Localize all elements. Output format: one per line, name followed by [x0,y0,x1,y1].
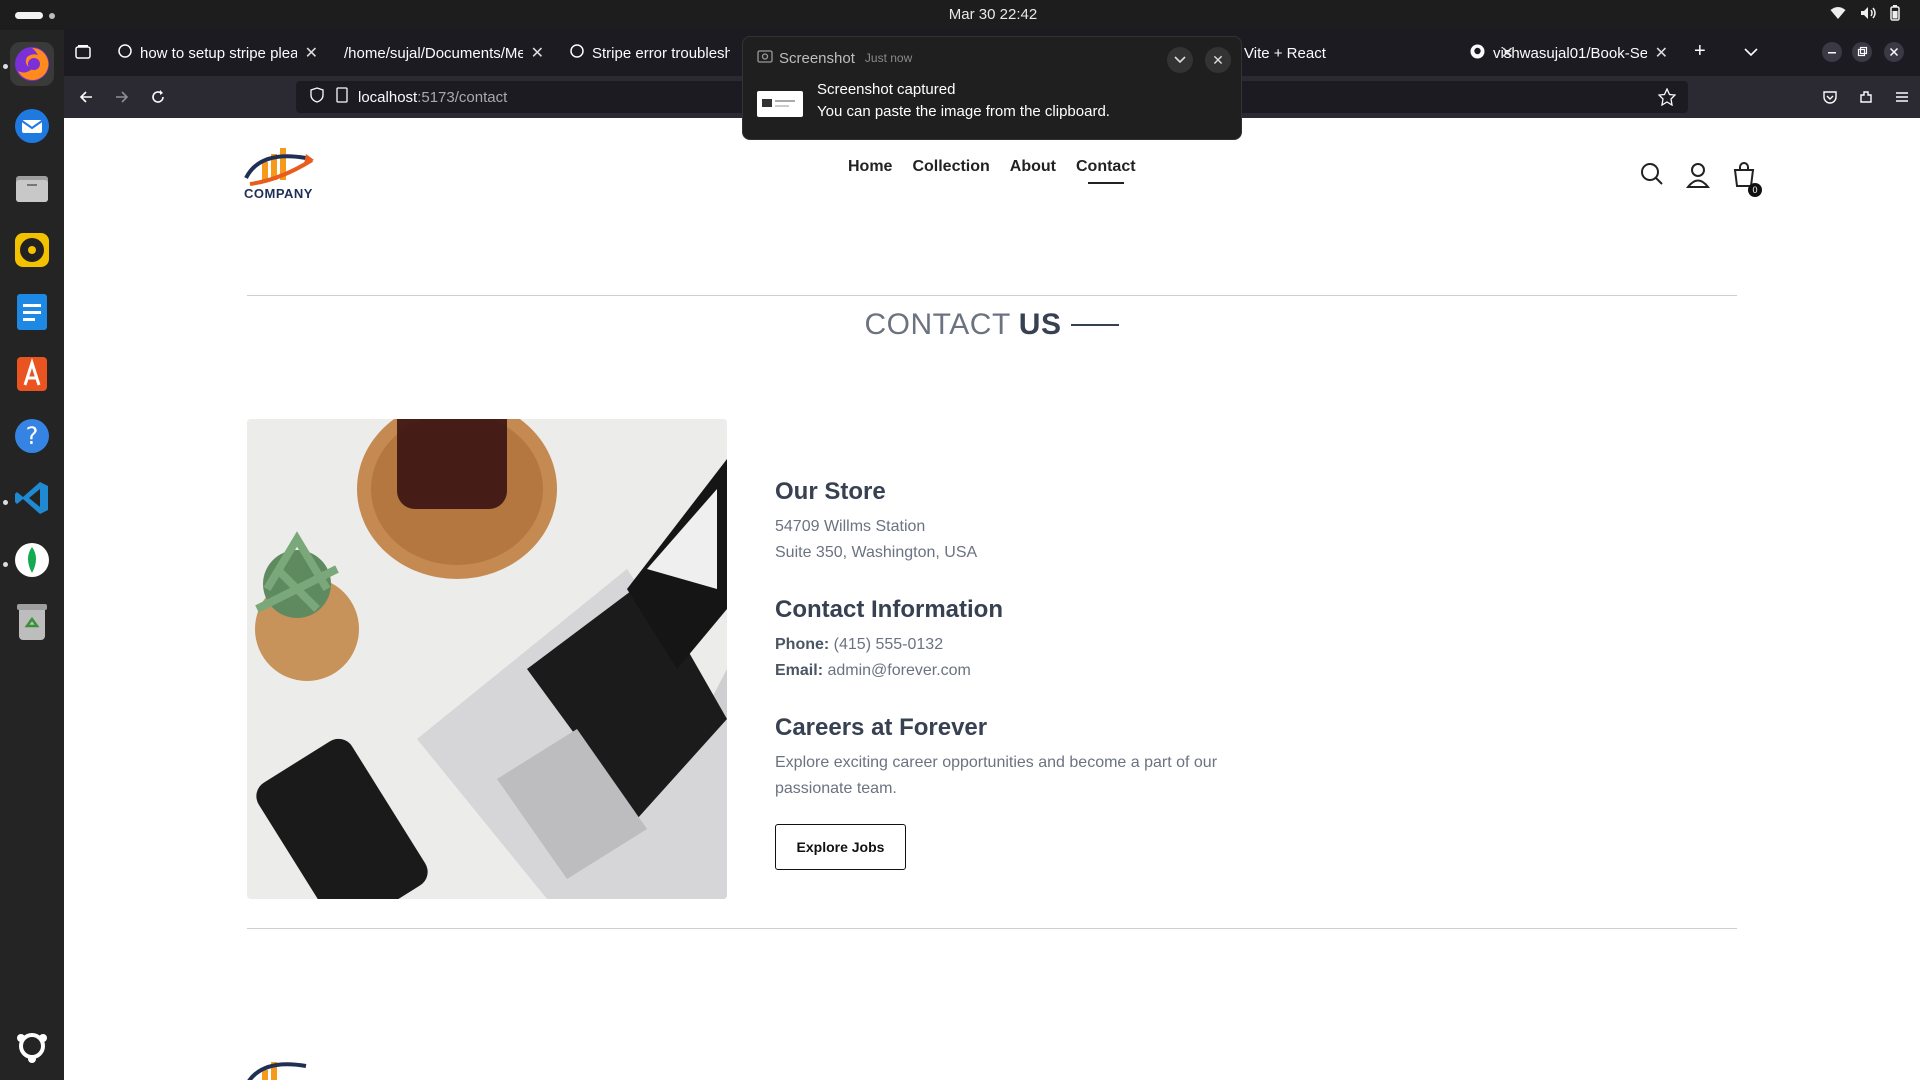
nav-contact[interactable]: Contact [1076,158,1136,184]
careers-text-line2: passionate team. [775,780,897,797]
contact-heading: Contact Information [775,596,1003,623]
tab-overview-icon[interactable] [74,43,92,66]
footer-logo[interactable] [240,1048,320,1080]
screenshot-thumbnail [757,91,803,117]
list-tabs-icon[interactable] [1744,44,1758,62]
svg-text:?: ? [26,422,39,450]
pocket-icon[interactable] [1818,85,1842,109]
search-icon[interactable] [1640,162,1664,193]
forward-icon[interactable] [110,85,134,109]
nav-home[interactable]: Home [848,158,892,176]
careers-heading: Careers at Forever [775,714,988,741]
main-navigation: Home Collection About Contact [848,158,1136,184]
divider [247,295,1737,296]
system-clock[interactable]: Mar 30 22:42 [0,6,1920,23]
shield-icon[interactable] [310,87,324,107]
store-address-line1: 54709 Willms Station [775,518,926,535]
close-window-icon[interactable] [1884,42,1904,67]
app-center-icon[interactable] [10,352,54,396]
close-tab-icon[interactable]: ✕ [1655,43,1668,63]
system-tray[interactable] [1830,5,1900,25]
writer-icon[interactable] [10,290,54,334]
mongodb-compass-icon[interactable] [10,538,54,582]
close-notification-icon[interactable]: ✕ [1205,47,1231,73]
new-tab-icon[interactable]: + [1694,40,1706,63]
screenshot-icon [757,49,773,67]
firefox-icon[interactable] [10,42,54,86]
expand-notification-icon[interactable] [1167,47,1193,73]
contact-image [247,419,727,899]
battery-icon [1890,5,1900,25]
notification-header: Screenshot Just now [757,49,912,67]
store-section: Our Store 54709 Willms Station Suite 350… [775,478,1217,566]
extensions-icon[interactable] [1854,85,1878,109]
browser-tab[interactable]: Stripe error troublesho [560,36,740,70]
vscode-icon[interactable] [10,476,54,520]
files-icon[interactable] [10,166,54,210]
openai-icon [118,44,132,62]
notification-body: Screenshot captured You can paste the im… [817,79,1110,123]
reload-icon[interactable] [146,85,170,109]
page-icon[interactable] [336,87,348,107]
phone-line: Phone: (415) 555-0132 [775,636,944,653]
page-title: CONTACT US [64,308,1920,342]
contact-info: Our Store 54709 Willms Station Suite 350… [775,478,1217,888]
profile-icon[interactable] [1685,162,1711,193]
careers-text-line1: Explore exciting career opportunities an… [775,754,1218,771]
company-logo[interactable]: COMPANY [240,140,320,208]
notification-message: You can paste the image from the clipboa… [817,103,1110,120]
close-tab-icon[interactable]: ✕ [305,43,318,63]
notification-title: Screenshot captured [817,81,956,98]
careers-section: Careers at Forever Explore exciting care… [775,714,1217,870]
thunderbird-icon[interactable] [10,104,54,148]
nav-collection[interactable]: Collection [912,158,989,176]
screenshot-notification[interactable]: Screenshot Just now ✕ Screenshot capture… [742,36,1242,140]
github-icon [1470,44,1485,63]
wifi-icon [1830,6,1846,24]
email-line: Email: admin@forever.com [775,662,971,679]
trash-icon[interactable] [10,600,54,644]
menu-icon[interactable] [1890,85,1914,109]
cart-icon[interactable]: 0 [1732,162,1762,197]
minimize-icon[interactable] [1822,42,1842,67]
header-icons: 0 [1640,162,1762,197]
explore-jobs-button[interactable]: Explore Jobs [775,824,906,870]
back-icon[interactable] [74,85,98,109]
volume-icon [1860,6,1876,24]
show-apps-icon[interactable] [10,1024,54,1068]
browser-tab[interactable]: how to setup stripe pleas ✕ [108,36,328,70]
store-heading: Our Store [775,478,886,505]
browser-tab[interactable]: /home/sujal/Documents/Me ✕ [334,36,554,70]
close-tab-icon[interactable]: ✕ [531,43,544,63]
web-page: COMPANY Home Collection About Contact 0 … [64,118,1920,1080]
rhythmbox-icon[interactable] [10,228,54,272]
contact-section: Contact Information Phone: (415) 555-013… [775,596,1217,684]
title-line [1071,324,1120,326]
logo-text: COMPANY [244,186,313,201]
dock: ? [0,30,64,1080]
divider [247,928,1737,929]
bookmark-star-icon[interactable] [1657,87,1677,110]
browser-window: how to setup stripe pleas ✕ /home/sujal/… [64,30,1920,1080]
nav-about[interactable]: About [1010,158,1056,176]
help-icon[interactable]: ? [10,414,54,458]
cart-count-badge: 0 [1748,183,1762,197]
browser-tab[interactable]: vishwasujal01/Book-Sellin ✕ [1460,36,1678,70]
openai-icon [570,44,584,62]
store-address-line2: Suite 350, Washington, USA [775,544,978,561]
restore-icon[interactable] [1852,42,1872,67]
url-text[interactable]: localhost:5173/contact [358,89,507,106]
system-top-bar: Mar 30 22:42 [0,0,1920,30]
